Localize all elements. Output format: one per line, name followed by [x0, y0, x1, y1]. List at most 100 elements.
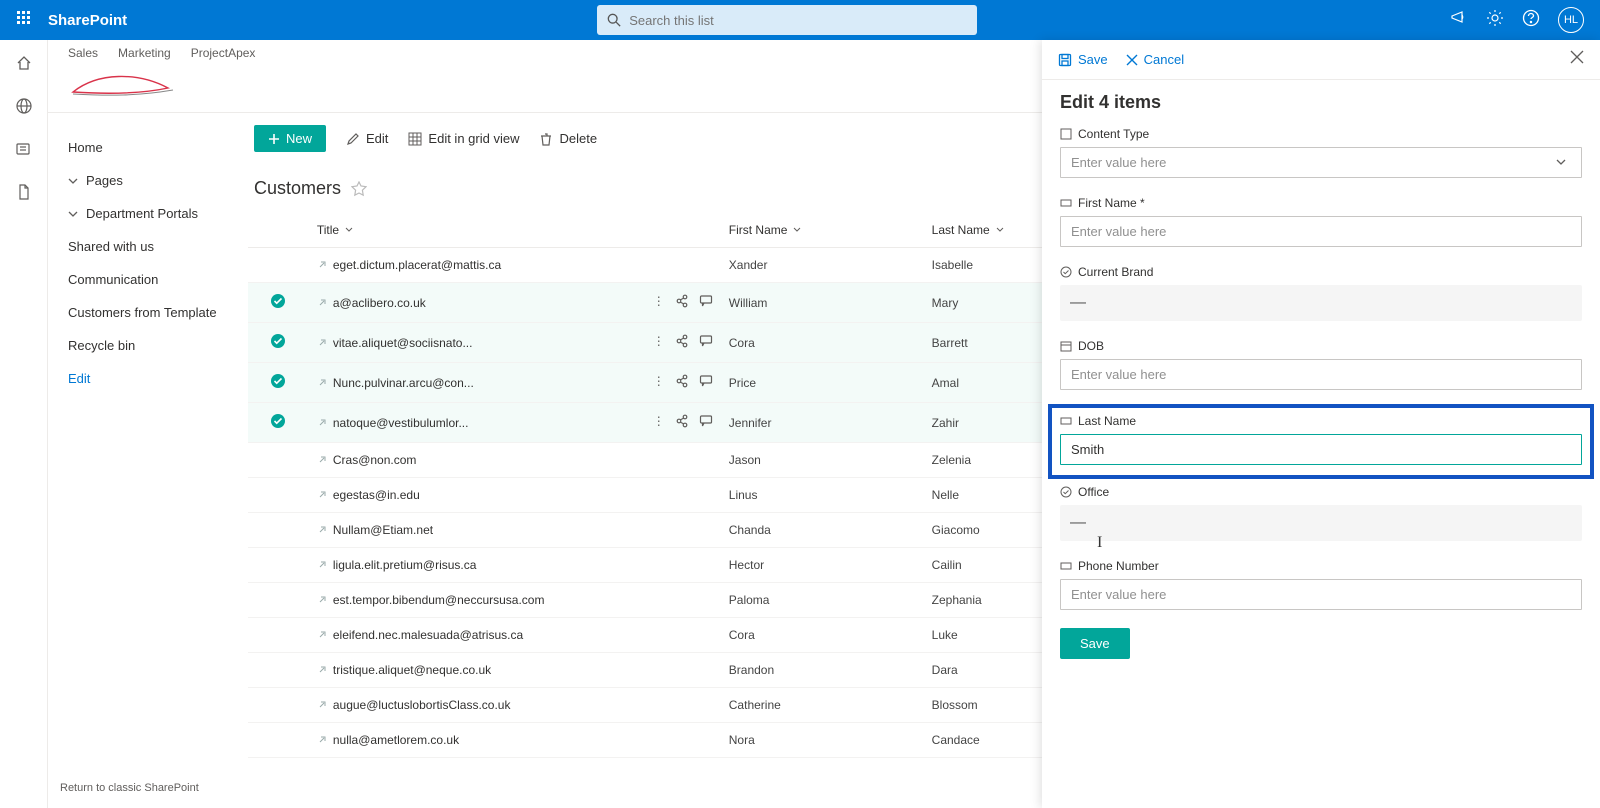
new-button[interactable]: New	[254, 125, 326, 152]
share-icon[interactable]	[675, 334, 689, 351]
news-icon[interactable]	[15, 140, 33, 163]
input-first-name[interactable]	[1060, 216, 1582, 247]
title-text[interactable]: tristique.aliquet@neque.co.uk	[333, 663, 491, 677]
site-logo[interactable]	[68, 64, 178, 102]
more-icon[interactable]: ⋮	[653, 414, 665, 431]
value-current-brand[interactable]: —	[1060, 285, 1582, 321]
home-icon[interactable]	[15, 54, 33, 77]
input-phone[interactable]	[1060, 579, 1582, 610]
nav-edit[interactable]: Edit	[48, 362, 248, 395]
col-select[interactable]	[248, 213, 309, 248]
row-selector[interactable]	[248, 443, 309, 478]
comment-icon[interactable]	[699, 294, 713, 311]
row-selector[interactable]	[248, 283, 309, 323]
title-text[interactable]: ligula.elit.pretium@risus.ca	[333, 558, 477, 572]
share-icon[interactable]	[675, 294, 689, 311]
label-first-name: First Name *	[1060, 196, 1582, 210]
chevron-down-icon	[68, 209, 78, 219]
link-icon	[317, 455, 327, 465]
megaphone-icon[interactable]	[1450, 9, 1468, 32]
title-text[interactable]: Nullam@Etiam.net	[333, 523, 433, 537]
nav-recycle-bin[interactable]: Recycle bin	[48, 329, 248, 362]
nav-home[interactable]: Home	[48, 131, 248, 164]
row-selector[interactable]	[248, 688, 309, 723]
panel-cancel-button[interactable]: Cancel	[1126, 52, 1184, 67]
title-text[interactable]: eleifend.nec.malesuada@atrisus.ca	[333, 628, 523, 642]
nav-customers-from-template[interactable]: Customers from Template	[48, 296, 248, 329]
title-text[interactable]: nulla@ametlorem.co.uk	[333, 733, 459, 747]
user-avatar[interactable]: HL	[1558, 7, 1584, 33]
cell-first: Jennifer	[721, 403, 924, 443]
row-selector[interactable]	[248, 323, 309, 363]
comment-icon[interactable]	[699, 334, 713, 351]
cell-title: augue@luctuslobortisClass.co.uk	[309, 688, 721, 723]
brand-label[interactable]: SharePoint	[48, 12, 127, 29]
nav-shared-with-us[interactable]: Shared with us	[48, 230, 248, 263]
cell-title: egestas@in.edu	[309, 478, 721, 513]
globe-icon[interactable]	[15, 97, 33, 120]
suite-header: SharePoint HL	[0, 0, 1600, 40]
row-selector[interactable]	[248, 248, 309, 283]
input-content-type[interactable]	[1060, 147, 1582, 178]
delete-button[interactable]: Delete	[539, 131, 597, 146]
star-icon[interactable]	[351, 181, 367, 197]
row-selector[interactable]	[248, 723, 309, 758]
input-dob[interactable]	[1060, 359, 1582, 390]
title-text[interactable]: a@aclibero.co.uk	[333, 296, 426, 310]
nav-pages[interactable]: Pages	[48, 164, 248, 197]
input-last-name[interactable]	[1060, 434, 1582, 465]
panel-save-button[interactable]: Save	[1058, 52, 1108, 67]
edit-button[interactable]: Edit	[346, 131, 388, 146]
hub-link-marketing[interactable]: Marketing	[118, 46, 171, 60]
row-selector[interactable]	[248, 403, 309, 443]
help-icon[interactable]	[1522, 9, 1540, 32]
share-icon[interactable]	[675, 374, 689, 391]
share-icon[interactable]	[675, 414, 689, 431]
title-text[interactable]: vitae.aliquet@sociisnato...	[333, 336, 473, 350]
col-first-name[interactable]: First Name	[721, 213, 924, 248]
hub-link-sales[interactable]: Sales	[68, 46, 98, 60]
list-title-text: Customers	[254, 178, 341, 199]
choice-icon	[1060, 486, 1072, 498]
search-icon	[607, 13, 621, 27]
row-selector[interactable]	[248, 653, 309, 688]
comment-icon[interactable]	[699, 414, 713, 431]
row-selector[interactable]	[248, 548, 309, 583]
panel-close-icon[interactable]	[1570, 50, 1584, 69]
edit-grid-button[interactable]: Edit in grid view	[408, 131, 519, 146]
row-selector[interactable]	[248, 478, 309, 513]
comment-icon[interactable]	[699, 374, 713, 391]
cell-title: est.tempor.bibendum@neccursusa.com	[309, 583, 721, 618]
more-icon[interactable]: ⋮	[653, 334, 665, 351]
link-icon	[317, 338, 327, 348]
save-button[interactable]: Save	[1060, 628, 1130, 659]
search-box[interactable]	[597, 5, 977, 35]
panel-title: Edit 4 items	[1060, 92, 1582, 113]
title-text[interactable]: natoque@vestibulumlor...	[333, 416, 469, 430]
search-input[interactable]	[629, 13, 967, 28]
row-selector[interactable]	[248, 583, 309, 618]
return-classic-link[interactable]: Return to classic SharePoint	[48, 768, 248, 808]
title-text[interactable]: Cras@non.com	[333, 453, 417, 467]
nav-department-portals[interactable]: Department Portals	[48, 197, 248, 230]
hub-link-projectapex[interactable]: ProjectApex	[191, 46, 256, 60]
files-icon[interactable]	[15, 183, 33, 206]
title-text[interactable]: augue@luctuslobortisClass.co.uk	[333, 698, 511, 712]
nav-communication[interactable]: Communication	[48, 263, 248, 296]
label-office: Office	[1060, 485, 1582, 499]
more-icon[interactable]: ⋮	[653, 294, 665, 311]
value-office[interactable]: —	[1060, 505, 1582, 541]
title-text[interactable]: est.tempor.bibendum@neccursusa.com	[333, 593, 545, 607]
app-launcher-icon[interactable]	[0, 10, 48, 31]
row-selector[interactable]	[248, 363, 309, 403]
title-text[interactable]: eget.dictum.placerat@mattis.ca	[333, 258, 501, 272]
title-text[interactable]: Nunc.pulvinar.arcu@con...	[333, 376, 474, 390]
title-text[interactable]: egestas@in.edu	[333, 488, 420, 502]
row-selector[interactable]	[248, 618, 309, 653]
row-selector[interactable]	[248, 513, 309, 548]
chevron-down-icon	[996, 226, 1004, 234]
more-icon[interactable]: ⋮	[653, 374, 665, 391]
gear-icon[interactable]	[1486, 9, 1504, 32]
col-title[interactable]: Title	[309, 213, 721, 248]
cell-title: natoque@vestibulumlor... ⋮	[309, 403, 721, 443]
